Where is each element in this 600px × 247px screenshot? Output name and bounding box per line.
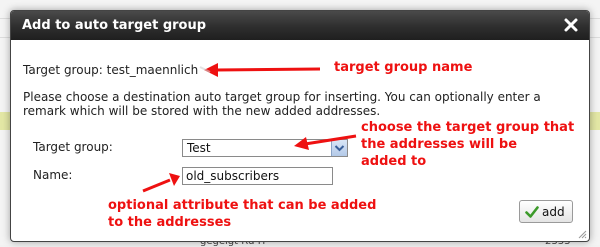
target-group-select[interactable]: Test <box>182 139 348 157</box>
close-button[interactable] <box>561 15 581 35</box>
dropdown-arrow-button[interactable] <box>331 140 347 156</box>
annotation-target-group-name: target group name <box>334 60 473 75</box>
close-icon[interactable] <box>561 15 581 35</box>
add-button-label: add <box>542 205 565 219</box>
name-label: Name: <box>33 168 73 182</box>
chevron-down-icon <box>334 145 345 152</box>
annotation-line: to the addresses <box>108 215 232 230</box>
target-group-label: Target group: <box>33 140 113 154</box>
annotation-optional-attribute: optional attribute that can be added to … <box>108 197 376 231</box>
annotation-line: optional attribute that can be added <box>108 198 377 213</box>
annotation-line: added to <box>361 154 427 169</box>
target-group-selected-value: Test <box>187 141 211 155</box>
annotation-line: choose the target group that <box>361 120 575 135</box>
name-input[interactable] <box>182 167 333 185</box>
dialog-title: Add to auto target group <box>22 18 207 33</box>
add-button[interactable]: add <box>519 200 573 223</box>
dialog-titlebar[interactable]: Add to auto target group <box>11 11 589 40</box>
checkmark-icon <box>525 206 539 218</box>
annotation-line: the addresses will be <box>361 137 518 152</box>
dialog-description: Please choose a destination auto target … <box>23 90 541 118</box>
resize-handle-icon[interactable] <box>577 229 587 239</box>
annotation-choose-target-group: choose the target group that the address… <box>361 119 574 170</box>
target-group-info: Target group: test_maennlich <box>23 63 199 77</box>
